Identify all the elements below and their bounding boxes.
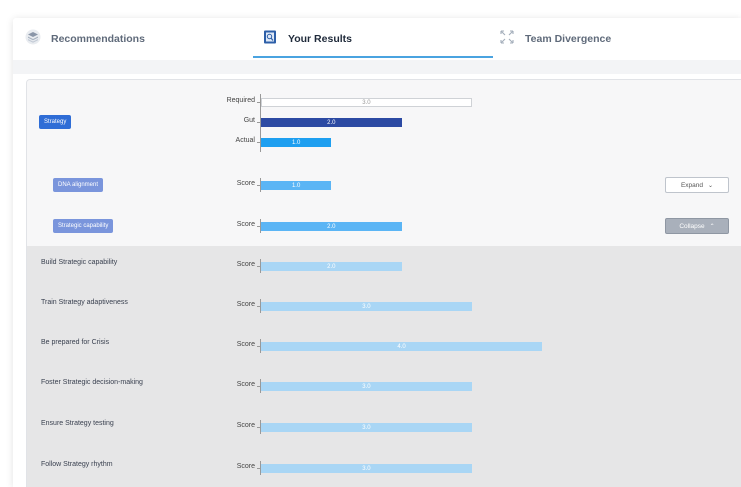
score-label: Score: [236, 422, 255, 429]
score-label: Score: [236, 180, 255, 187]
strategy-label: Strategy: [44, 119, 67, 125]
sub-item-bar: 3.0: [261, 302, 472, 311]
capability-row: Strategic capability Score 2.0 Collapse …: [27, 206, 741, 247]
layers-icon: [25, 29, 41, 50]
sub-item-row: Follow Strategy rhythm Score 3.0: [27, 447, 741, 487]
collapse-button[interactable]: Collapse ⌃: [665, 218, 729, 234]
sub-item-bar: 3.0: [261, 423, 472, 432]
axis-tick: [257, 427, 260, 428]
axis-tick: [257, 185, 260, 186]
sub-item-value: 3.0: [362, 465, 371, 472]
required-label: Required: [226, 97, 255, 104]
expand-button[interactable]: Expand ⌄: [665, 177, 729, 193]
sub-item-label: Build Strategic capability: [41, 259, 118, 266]
sub-item-bar: 3.0: [261, 382, 472, 391]
sub-item-bar: 4.0: [261, 342, 543, 351]
sub-item-label: Follow Strategy rhythm: [41, 461, 113, 468]
score-label: Score: [236, 261, 255, 268]
tab-your-results[interactable]: Your Results: [262, 18, 352, 60]
sub-item-label: Foster Strategic decision-making: [41, 379, 143, 386]
actual-bar: 1.0: [261, 138, 332, 147]
expand-label: Expand: [680, 181, 703, 189]
dna-label: DNA alignment: [58, 182, 99, 188]
sub-item-label: Be prepared for Crisis: [41, 339, 110, 346]
dna-row: DNA alignment Score 1.0 Expand ⌄: [27, 165, 741, 207]
header-divider: [13, 60, 741, 74]
sub-item-label: Ensure Strategy testing: [41, 420, 114, 427]
dna-score-bar: 1.0: [261, 181, 332, 190]
required-bar: 3.0: [261, 98, 472, 107]
axis-tick: [257, 122, 260, 123]
sub-item-row: Ensure Strategy testing Score 3.0: [27, 407, 741, 448]
axis-tick: [257, 306, 260, 307]
sub-item-row: Build Strategic capability Score 2.0: [27, 246, 741, 287]
gut-value: 2.0: [327, 119, 336, 126]
sub-item-value: 3.0: [362, 383, 371, 390]
required-value: 3.0: [362, 99, 371, 106]
score-label: Score: [236, 381, 255, 388]
actual-label: Actual: [235, 137, 255, 144]
collapse-label: Collapse: [679, 222, 705, 230]
tab-label: Your Results: [288, 33, 352, 45]
capability-score-bar: 2.0: [261, 222, 402, 231]
tab-label: Recommendations: [51, 33, 145, 45]
score-label: Score: [236, 301, 255, 308]
sub-item-bar: 3.0: [261, 464, 472, 473]
tab-team-divergence[interactable]: Team Divergence: [499, 18, 611, 60]
sub-item-label: Train Strategy adaptiveness: [41, 299, 128, 306]
tab-recommendations[interactable]: Recommendations: [25, 18, 145, 60]
gut-bar: 2.0: [261, 118, 402, 127]
chevron-up-icon: ⌃: [709, 223, 715, 230]
strategy-badge: Strategy: [39, 115, 72, 129]
score-label: Score: [236, 463, 255, 470]
dna-badge: DNA alignment: [53, 178, 104, 192]
axis-tick: [257, 226, 260, 227]
axis-tick: [257, 346, 260, 347]
tab-label: Team Divergence: [525, 33, 612, 45]
expand-arrows-icon: [499, 29, 515, 50]
sub-item-value: 3.0: [362, 424, 371, 431]
sub-item-row: Be prepared for Crisis Score 4.0: [27, 326, 741, 367]
sub-item-bar: 2.0: [261, 262, 402, 271]
axis-tick: [257, 142, 260, 143]
chevron-down-icon: ⌄: [708, 182, 714, 189]
capability-score-value: 2.0: [327, 223, 336, 230]
dna-score-value: 1.0: [291, 182, 301, 189]
report-icon: [262, 29, 278, 50]
score-label: Score: [236, 221, 255, 228]
results-card: Recommendations Your Results Team Diverg…: [13, 18, 741, 487]
strategy-row: Strategy Required 3.0 Gut 2.0 Actual 1.0: [27, 80, 741, 166]
axis-tick: [257, 266, 260, 267]
capability-label: Strategic capability: [58, 223, 109, 229]
active-tab-indicator: [253, 56, 493, 58]
results-panel: Strategy Required 3.0 Gut 2.0 Actual 1.0…: [26, 79, 741, 487]
score-label: Score: [236, 341, 255, 348]
tab-bar: Recommendations Your Results Team Diverg…: [13, 18, 741, 60]
sub-item-value: 2.0: [327, 263, 336, 270]
sub-item-row: Foster Strategic decision-making Score 3…: [27, 366, 741, 408]
axis-tick: [257, 102, 260, 103]
axis-tick: [257, 468, 260, 469]
gut-label: Gut: [243, 117, 255, 124]
sub-item-value: 4.0: [397, 343, 406, 350]
sub-item-row: Train Strategy adaptiveness Score 3.0: [27, 286, 741, 327]
capability-badge: Strategic capability: [53, 219, 114, 233]
actual-value: 1.0: [291, 139, 301, 146]
axis-tick: [257, 386, 260, 387]
sub-item-value: 3.0: [362, 303, 371, 310]
